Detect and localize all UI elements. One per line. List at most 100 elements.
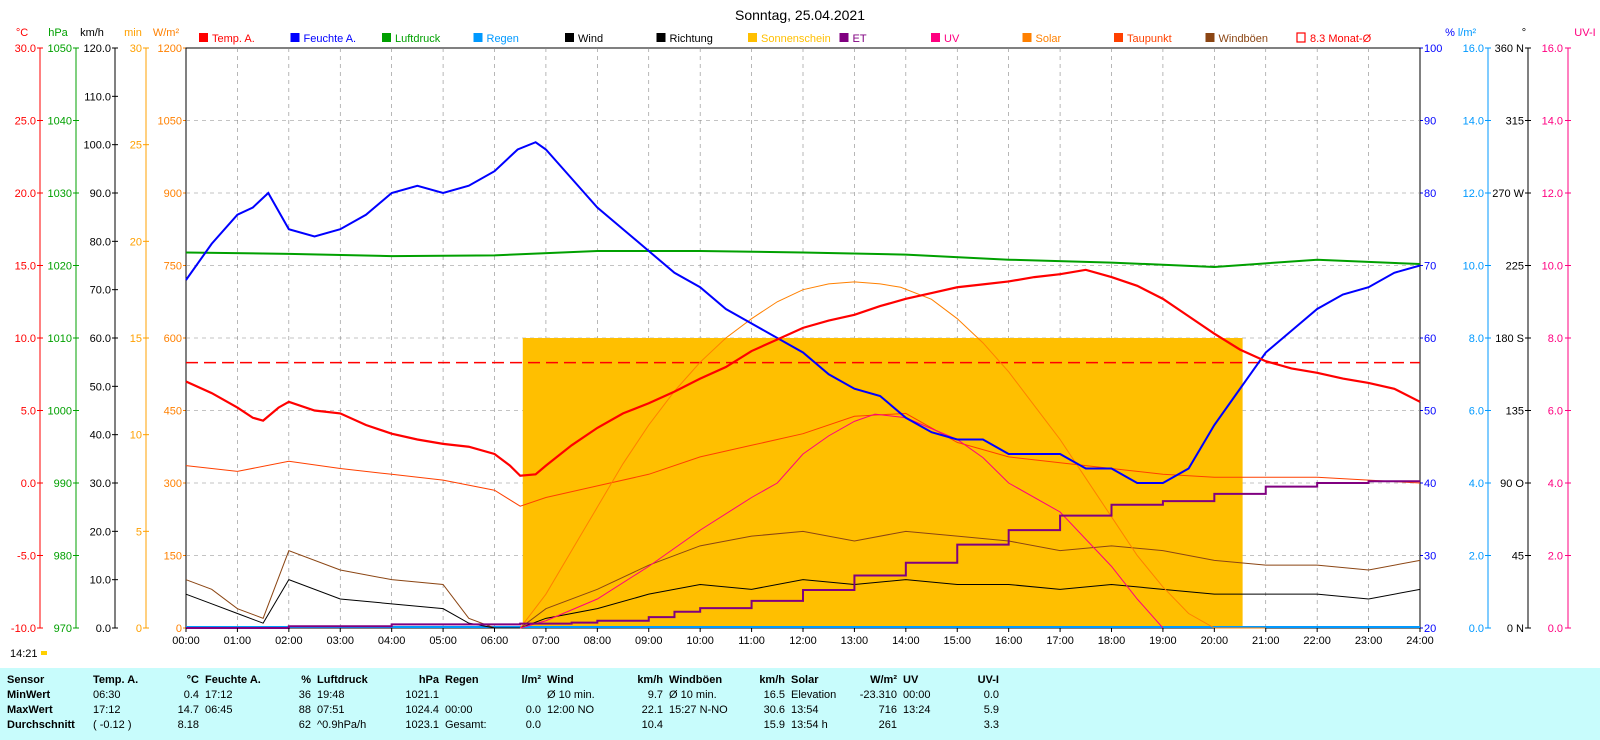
table-cell: 13:54 bbox=[791, 703, 819, 716]
x-tick-label: 22:00 bbox=[1303, 635, 1331, 647]
axis-tick-label: 1050 bbox=[158, 116, 182, 128]
axis-tick-label: 1050 bbox=[48, 43, 72, 55]
axis-tick-label: 80.0 bbox=[90, 236, 111, 248]
axis-tick-label: 45 bbox=[1512, 551, 1524, 563]
axis-tick-label: 360 N bbox=[1495, 43, 1524, 55]
legend-label: Wind bbox=[578, 33, 603, 45]
table-cell: 19:48 bbox=[317, 688, 345, 701]
table-cell: 36 bbox=[298, 688, 311, 701]
table-cell: 1024.4 bbox=[405, 703, 439, 716]
header-uv: UV bbox=[903, 673, 919, 686]
table-cell: 16.5 bbox=[763, 688, 785, 701]
legend-label: Richtung bbox=[670, 33, 713, 45]
table-cell: Elevation bbox=[791, 688, 837, 701]
axis-tick-label: 1010 bbox=[48, 333, 72, 345]
axis-unit-pressure: hPa bbox=[48, 27, 68, 39]
axis-tick-label: -5.0 bbox=[17, 551, 36, 563]
x-tick-label: 07:00 bbox=[532, 635, 560, 647]
legend-swatch bbox=[931, 33, 940, 42]
table-cell: 07:51 bbox=[317, 703, 345, 716]
series-sonnenschein bbox=[522, 338, 1243, 628]
axis-tick-label: 0 bbox=[136, 623, 142, 635]
axis-tick-label: 1040 bbox=[48, 116, 72, 128]
axis-tick-label: 450 bbox=[164, 406, 182, 418]
header-humidity-unit: % bbox=[301, 673, 311, 686]
axis-tick-label: 100 bbox=[1424, 43, 1442, 55]
axis-tick-label: 1000 bbox=[48, 406, 72, 418]
x-tick-label: 11:00 bbox=[738, 635, 765, 647]
axis-tick-label: 150 bbox=[164, 551, 182, 563]
axis-unit-solar: W/m² bbox=[153, 27, 180, 39]
axis-tick-label: 135 bbox=[1506, 406, 1524, 418]
axis-tick-label: 120.0 bbox=[83, 43, 111, 55]
table-cell: 14.7 bbox=[177, 703, 199, 716]
legend-label: 8.3 Monat-Ø bbox=[1310, 33, 1372, 45]
table-cell: 30.6 bbox=[763, 703, 785, 716]
axis-tick-label: 70 bbox=[1424, 261, 1436, 273]
axis-tick-label: 25 bbox=[130, 140, 142, 152]
header-humidity: Feuchte A. bbox=[205, 673, 261, 686]
table-cell: 0.4 bbox=[183, 688, 199, 701]
axis-unit-direction: ° bbox=[1522, 27, 1526, 39]
legend-label: Feuchte A. bbox=[304, 33, 357, 45]
legend-swatch bbox=[473, 33, 483, 42]
axis-tick-label: 80 bbox=[1424, 188, 1436, 200]
axis-tick-label: 0.0 bbox=[1548, 623, 1563, 635]
header-wind-unit: km/h bbox=[637, 673, 663, 686]
axis-tick-label: 14.0 bbox=[1542, 116, 1563, 128]
x-tick-label: 24:00 bbox=[1406, 635, 1434, 647]
axis-tick-label: 40.0 bbox=[90, 430, 111, 442]
table-cell: 0.0 bbox=[525, 703, 541, 716]
legend-label: Sonnenschein bbox=[761, 33, 831, 45]
axis-tick-label: 16.0 bbox=[1542, 43, 1563, 55]
axis-tick-label: 16.0 bbox=[1463, 43, 1484, 55]
table-cell: 00:00 bbox=[445, 703, 473, 716]
axis-tick-label: 70.0 bbox=[90, 285, 111, 297]
summary-table: Sensor Temp. A. °C Feuchte A. % Luftdruc… bbox=[0, 668, 1600, 740]
table-cell: -23.310 bbox=[859, 688, 897, 701]
axis-tick-label: 10.0 bbox=[15, 333, 36, 345]
legend-label: Solar bbox=[1036, 33, 1062, 45]
x-tick-label: 04:00 bbox=[378, 635, 406, 647]
legend-label: Regen bbox=[487, 33, 519, 45]
legend-label: UV bbox=[944, 33, 960, 45]
axis-tick-label: 12.0 bbox=[1542, 188, 1563, 200]
axis-tick-label: 225 bbox=[1506, 261, 1524, 273]
axis-tick-label: 30.0 bbox=[90, 478, 111, 490]
axis-tick-label: 970 bbox=[54, 623, 72, 635]
table-row: Durchschnitt ( -0.12 ) 8.18 62 ^0.9hPa/h… bbox=[4, 717, 1002, 732]
axis-tick-label: 25.0 bbox=[15, 116, 36, 128]
axis-tick-label: 40 bbox=[1424, 478, 1436, 490]
table-cell: 261 bbox=[878, 718, 897, 731]
x-tick-label: 03:00 bbox=[326, 635, 354, 647]
table-cell: 13:54 h bbox=[791, 718, 828, 731]
header-pressure-unit: hPa bbox=[418, 673, 439, 686]
axis-tick-label: 750 bbox=[164, 261, 182, 273]
table-cell: 8.18 bbox=[177, 718, 199, 731]
axis-tick-label: 0.0 bbox=[21, 478, 36, 490]
axis-tick-label: 600 bbox=[164, 333, 182, 345]
axis-tick-label: 15.0 bbox=[15, 261, 36, 273]
weather-chart: Sonntag, 25.04.2021 Temp. A. Feuchte A. Lu… bbox=[0, 0, 1600, 668]
axis-tick-label: 6.0 bbox=[1469, 406, 1484, 418]
axis-tick-label: 5.0 bbox=[21, 406, 36, 418]
axis-tick-label: 4.0 bbox=[1469, 478, 1484, 490]
axis-tick-label: 20.0 bbox=[90, 526, 111, 538]
table-cell: 62 bbox=[298, 718, 311, 731]
table-cell: 12:00 NO bbox=[547, 703, 595, 716]
x-tick-label: 08:00 bbox=[584, 635, 612, 647]
axis-tick-label: 30 bbox=[130, 43, 142, 55]
axis-tick-label: 6.0 bbox=[1548, 406, 1563, 418]
table-cell: 22.1 bbox=[641, 703, 663, 716]
x-tick-label: 13:00 bbox=[841, 635, 869, 647]
axis-unit-humidity: % bbox=[1445, 27, 1455, 39]
table-cell: 716 bbox=[878, 703, 897, 716]
axis-tick-label: 2.0 bbox=[1548, 551, 1563, 563]
axis-tick-label: 315 bbox=[1506, 116, 1524, 128]
table-cell: 13:24 bbox=[903, 703, 931, 716]
table-cell: 15.9 bbox=[763, 718, 785, 731]
table-header-row: Sensor Temp. A. °C Feuchte A. % Luftdruc… bbox=[4, 672, 1002, 687]
header-gust: Windböen bbox=[669, 673, 723, 686]
x-tick-label: 15:00 bbox=[943, 635, 971, 647]
axis-tick-label: 12.0 bbox=[1463, 188, 1484, 200]
